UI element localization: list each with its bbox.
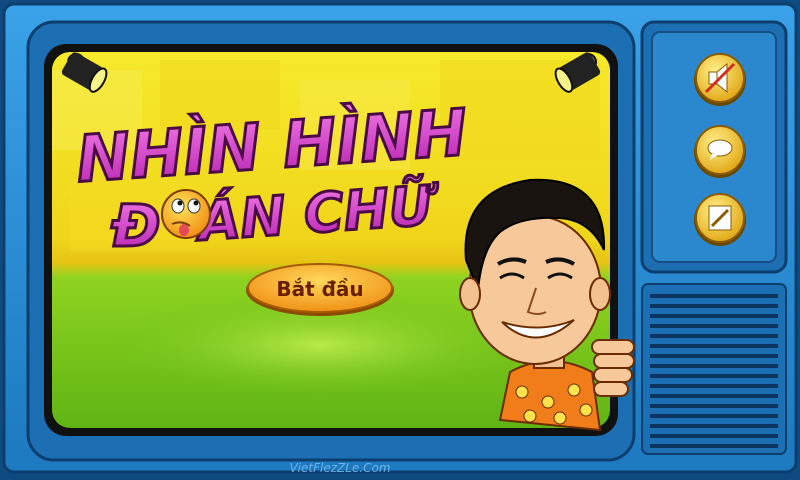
speaker-grille [641, 283, 787, 455]
tv-frame: NHÌN HÌNH Đ ÁN CHỮ Bắt đầu VietFlezZLe.C… [0, 0, 800, 480]
host-hand [591, 339, 635, 397]
title-line-2-prefix: Đ [110, 192, 160, 260]
game-title: NHÌN HÌNH Đ ÁN CHỮ [72, 93, 471, 262]
chat-button[interactable] [694, 125, 746, 178]
start-button[interactable]: Bắt đầu [246, 263, 394, 316]
pencil-icon [708, 205, 732, 231]
edit-button[interactable] [694, 193, 746, 246]
thinking-smiley-icon [161, 189, 211, 239]
start-button-label: Bắt đầu [276, 277, 363, 301]
sound-mute-button[interactable] [694, 53, 746, 106]
watermark-text: VietFlezZLe.Com [289, 461, 390, 475]
